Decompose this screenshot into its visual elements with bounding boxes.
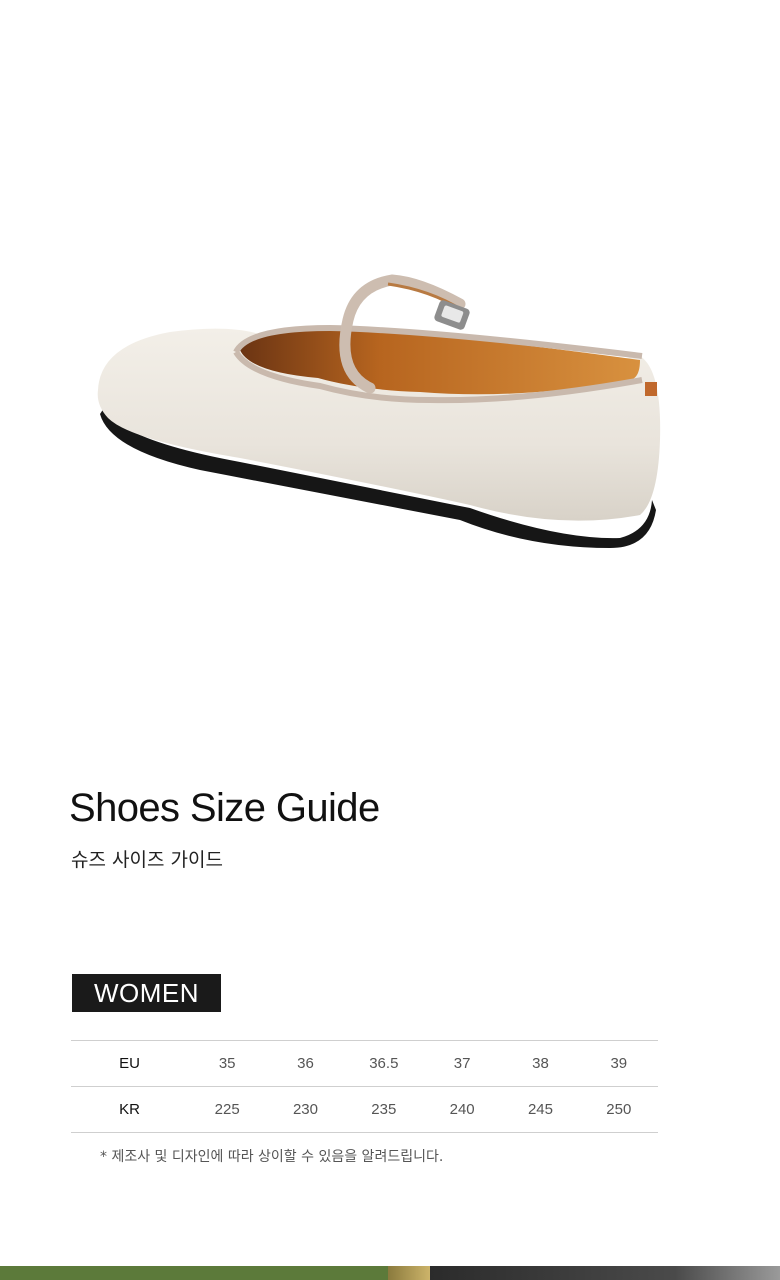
- strip-dark-segment: [430, 1266, 780, 1280]
- table-row-eu: EU 35 36 36.5 37 38 39: [71, 1040, 658, 1087]
- table-cell: 38: [501, 1040, 580, 1087]
- table-row-kr: KR 225 230 235 240 245 250: [71, 1086, 658, 1133]
- size-disclaimer-note: * 제조사 및 디자인에 따라 상이할 수 있음을 알려드립니다.: [100, 1149, 444, 1165]
- table-cell: 250: [579, 1086, 658, 1133]
- table-cell: 36.5: [344, 1040, 423, 1087]
- table-cell: 235: [344, 1086, 423, 1133]
- next-section-image-strip: [0, 1266, 780, 1280]
- table-cell: 36: [266, 1040, 345, 1087]
- size-table: EU 35 36 36.5 37 38 39 KR 225 230 235 24…: [71, 1040, 658, 1133]
- row-label: EU: [71, 1040, 188, 1087]
- table-cell: 37: [422, 1040, 502, 1087]
- table-cell: 240: [422, 1086, 502, 1133]
- page-subtitle: 슈즈 사이즈 가이드: [71, 849, 223, 871]
- page-title: Shoes Size Guide: [69, 786, 380, 830]
- table-cell: 225: [188, 1086, 267, 1133]
- table-cell: 230: [266, 1086, 345, 1133]
- table-cell: 39: [579, 1040, 658, 1087]
- women-category-tag: WOMEN: [72, 974, 221, 1012]
- table-cell: 245: [501, 1086, 580, 1133]
- table-cell: 35: [188, 1040, 267, 1087]
- strip-green-segment: [0, 1266, 388, 1280]
- mary-jane-shoe-image: [97, 274, 661, 548]
- strip-gold-segment: [388, 1266, 430, 1280]
- row-label: KR: [71, 1086, 188, 1133]
- product-image: [0, 0, 780, 760]
